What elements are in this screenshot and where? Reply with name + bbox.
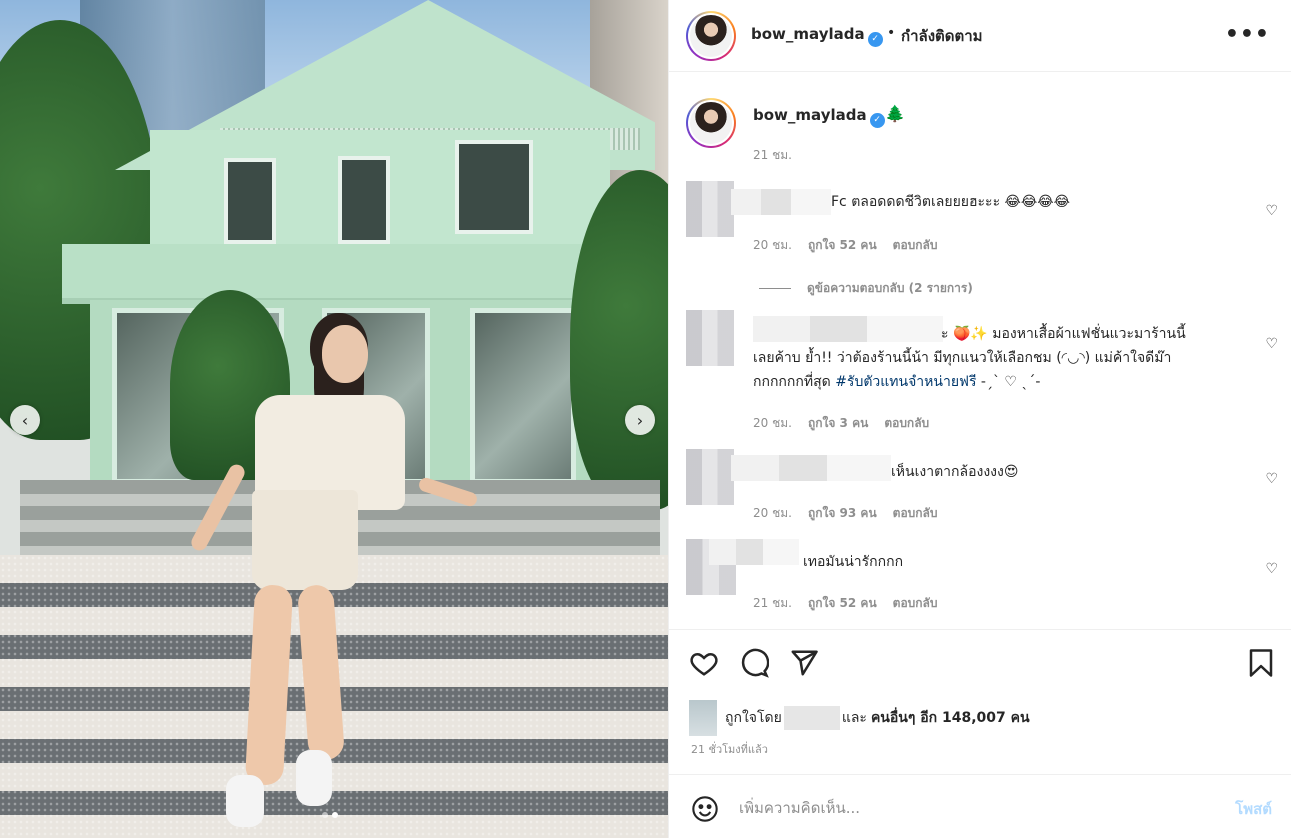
comment-avatar[interactable] — [686, 449, 734, 505]
likes-others-link[interactable]: คนอื่นๆ อีก 148,007 คน — [871, 707, 1030, 729]
comment-username-blurred[interactable] — [709, 539, 799, 565]
person-shorts — [252, 490, 358, 590]
comment-like-heart-icon[interactable]: ♡ — [1265, 203, 1278, 219]
heart-icon[interactable] — [689, 648, 719, 678]
caption-emoji: 🌲 — [885, 104, 905, 123]
comment-like-heart-icon[interactable]: ♡ — [1265, 471, 1278, 487]
comment-reply-button[interactable]: ตอบกลับ — [893, 236, 938, 255]
comment-hashtag-link[interactable]: #รับตัวแทนจำหน่ายฟรี — [835, 374, 976, 390]
caption-time: 21 ชม. — [753, 148, 792, 162]
comment-username-blurred[interactable] — [731, 455, 891, 481]
comment-likes-link[interactable]: ถูกใจ 52 คน — [808, 236, 877, 255]
comment-text-line: ะ 🍑✨ มองหาเสื้อผ้าแฟชั่นแวะมาร้านนี้ — [941, 326, 1186, 342]
carousel-prev-button[interactable]: ‹ — [10, 405, 40, 435]
photo-person — [0, 0, 668, 838]
likes-and: และ — [841, 710, 867, 726]
comment-reply-button[interactable]: ตอบกลับ — [884, 414, 929, 433]
liker-avatar[interactable] — [689, 700, 717, 736]
comment-username-blurred[interactable] — [731, 189, 831, 215]
comment-meta: 20 ชม. ถูกใจ 93 คน ตอบกลับ — [753, 504, 938, 523]
comment-text: Fc ตลอดดดชีวิตเลยยยฮะะะ 😂😂😂😂 — [831, 194, 1070, 210]
emoji-icon[interactable] — [691, 795, 719, 823]
comment-reply-button[interactable]: ตอบกลับ — [893, 594, 938, 613]
liker-username-blurred[interactable] — [783, 706, 840, 730]
person-shoe — [226, 775, 264, 827]
comment-time: 20 ชม. — [753, 506, 792, 520]
post-photo[interactable]: ‹ › — [0, 0, 668, 838]
comment-likes-link[interactable]: ถูกใจ 93 คน — [808, 504, 877, 523]
comment-meta: 21 ชม. ถูกใจ 52 คน ตอบกลับ — [753, 594, 938, 613]
likes-summary: ถูกใจโดย และ คนอื่นๆ อีก 148,007 คน — [689, 700, 1030, 736]
post-header: bow_maylada ✓ • กำลังติดตาม ••• — [669, 0, 1291, 72]
author-avatar[interactable] — [686, 11, 736, 61]
comment-like-heart-icon[interactable]: ♡ — [1265, 336, 1278, 352]
comment-meta: 20 ชม. ถูกใจ 3 คน ตอบกลับ — [753, 414, 929, 433]
comment-meta: 20 ชม. ถูกใจ 52 คน ตอบกลับ — [753, 236, 938, 255]
comments-list[interactable]: bow_maylada ✓ 🌲 21 ชม. Fc ตลอดดดชีวิตเลยย… — [669, 73, 1291, 628]
carousel-dot-active — [332, 812, 338, 818]
comment-time: 21 ชม. — [753, 596, 792, 610]
more-options-icon[interactable]: ••• — [1225, 22, 1270, 47]
header-separator: • — [887, 25, 896, 41]
comment-text-line: เลยค้าบ ย้ำ!! ว่าต้องร้านนี้น้า มีทุกแนว… — [753, 350, 1172, 366]
comment-time: 20 ชม. — [753, 238, 792, 252]
person-arm — [188, 461, 248, 554]
comment-like-heart-icon[interactable]: ♡ — [1265, 561, 1278, 577]
comment-username-blurred[interactable] — [753, 316, 943, 342]
carousel-indicator — [322, 812, 338, 818]
comment-avatar[interactable] — [686, 181, 734, 237]
person-head — [322, 325, 368, 383]
person-arm — [417, 476, 479, 508]
comment-avatar[interactable] — [686, 310, 734, 366]
likes-prefix: ถูกใจโดย — [725, 710, 782, 726]
verified-badge-icon: ✓ — [869, 113, 885, 128]
person-leg — [296, 583, 346, 762]
person-shoe — [296, 750, 332, 806]
add-comment-input[interactable] — [739, 795, 1199, 821]
follow-status-button[interactable]: กำลังติดตาม — [901, 24, 983, 48]
bookmark-icon[interactable] — [1246, 648, 1276, 678]
comment-reply-button[interactable]: ตอบกลับ — [893, 504, 938, 523]
carousel-dot — [322, 812, 328, 818]
comment-text-line: กกกกกกที่สุด #รับตัวแทนจำหน่ายฟรี -ˏˋ ♡ … — [753, 374, 1041, 390]
comment-likes-link[interactable]: ถูกใจ 3 คน — [808, 414, 868, 433]
comment-icon[interactable] — [739, 648, 769, 678]
post-comment-button[interactable]: โพสต์ — [1235, 797, 1272, 821]
post-actions: ถูกใจโดย และ คนอื่นๆ อีก 148,007 คน 21 ช… — [669, 629, 1291, 774]
comment-text: เทอมันน่ารักกกก — [803, 554, 904, 570]
carousel-next-button[interactable]: › — [625, 405, 655, 435]
comment-time: 20 ชม. — [753, 416, 792, 430]
verified-badge-icon: ✓ — [867, 32, 883, 47]
post-timestamp[interactable]: 21 ชั่วโมงที่แล้ว — [691, 740, 768, 758]
caption-username[interactable]: bow_maylada ✓ — [753, 106, 885, 128]
caption-avatar[interactable] — [686, 98, 736, 148]
comment-likes-link[interactable]: ถูกใจ 52 คน — [808, 594, 877, 613]
post-details-panel: bow_maylada ✓ • กำลังติดตาม ••• bow_mayla… — [668, 0, 1291, 838]
share-icon[interactable] — [789, 648, 819, 678]
comment-text: เห็นเงาตากล้องงงง😍 — [891, 464, 1019, 480]
author-username[interactable]: bow_maylada ✓ — [751, 25, 883, 47]
add-comment-bar: โพสต์ — [669, 774, 1291, 838]
view-replies-button[interactable]: ดูข้อความตอบกลับ (2 รายการ) — [759, 279, 973, 298]
person-leg — [244, 584, 294, 786]
